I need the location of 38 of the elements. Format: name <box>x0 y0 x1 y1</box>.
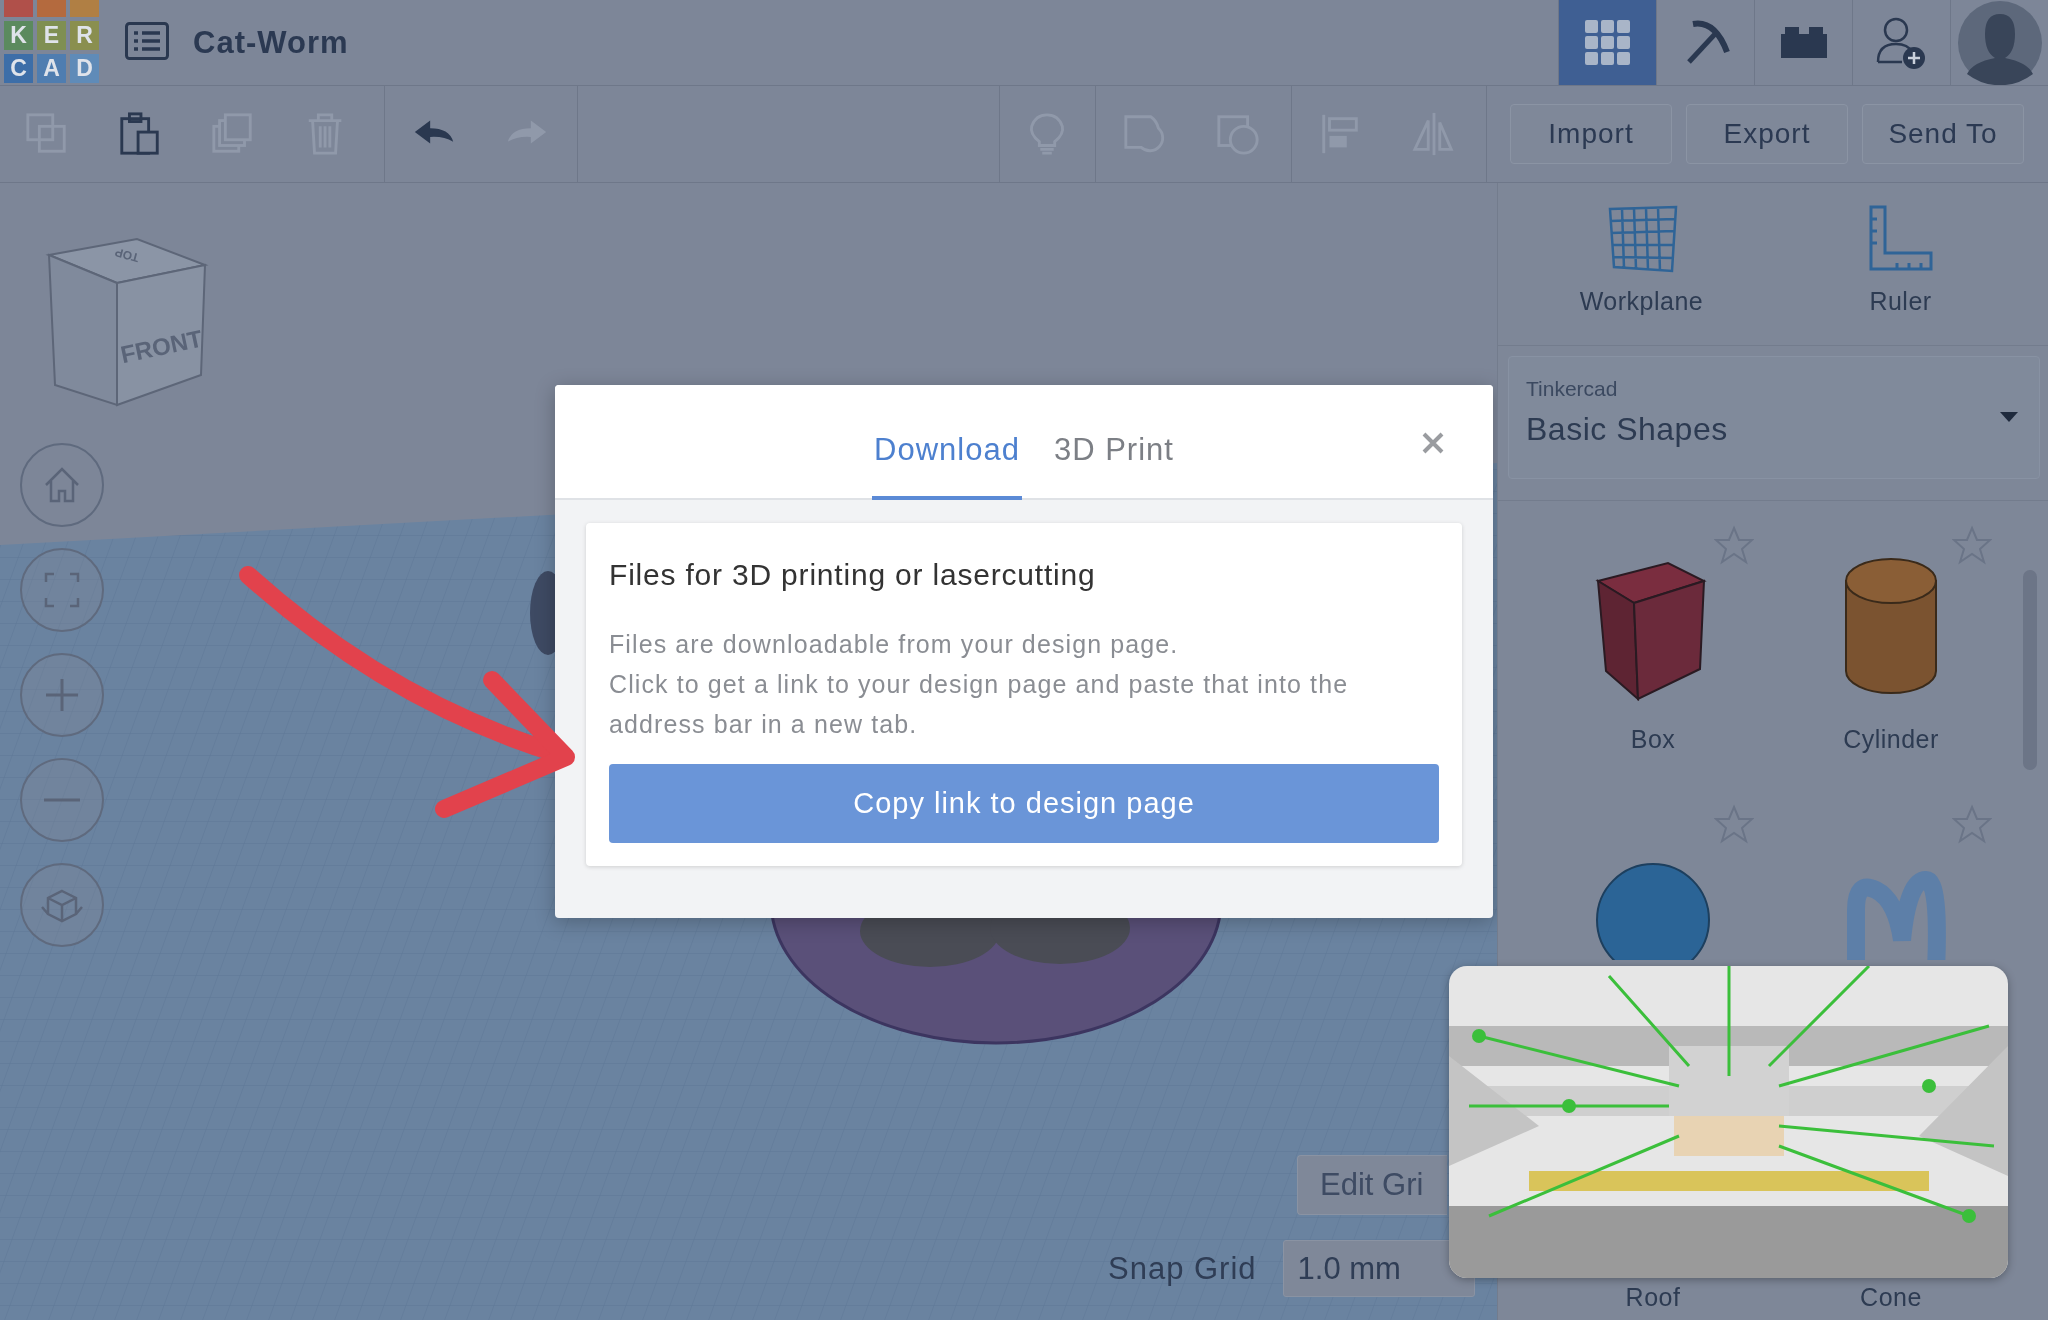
shape-label: Roof <box>1624 1283 1682 1312</box>
perspective-button[interactable] <box>20 863 104 947</box>
logo-tile[interactable]: D <box>70 54 99 83</box>
design-title[interactable]: Cat-Worm <box>193 24 349 61</box>
card-text: Click to get a link to your design page and paste that into the address bar in a new tab. <box>609 669 1350 740</box>
fit-view-button[interactable] <box>20 548 104 632</box>
grid-icon <box>1582 17 1633 68</box>
shape-label: Cylinder <box>1842 725 1940 754</box>
zoom-out-icon <box>44 798 80 802</box>
logo-tile[interactable]: A <box>37 54 66 83</box>
edit-grid-button[interactable]: Edit Gri <box>1297 1155 1447 1215</box>
ruler-tool[interactable]: Ruler <box>1771 183 2030 345</box>
view-mode-button[interactable] <box>1558 0 1656 85</box>
action-button[interactable]: Send To <box>1862 104 2024 164</box>
logo-tile[interactable]: E <box>37 21 66 50</box>
shape-label: Cone <box>1859 1283 1923 1312</box>
library-category: Basic Shapes <box>1526 411 1728 448</box>
logo-tile[interactable]: K <box>4 21 33 50</box>
add-user-icon <box>1875 15 1928 70</box>
copy-link-button[interactable]: Copy link to design page <box>609 764 1439 843</box>
logo-tile[interactable]: C <box>4 54 33 83</box>
shape-label: Box <box>1629 725 1677 754</box>
snap-grid-label: Snap Grid <box>1108 1250 1257 1287</box>
caret-icon <box>1999 411 2019 423</box>
dialog-tab[interactable]: Download <box>872 432 1022 500</box>
library-dropdown[interactable]: Tinkercad Basic Shapes <box>1508 356 2040 479</box>
list-icon[interactable] <box>125 21 169 60</box>
logo-tile[interactable]: R <box>70 21 99 50</box>
card-text: Files are downloadable from your design page. <box>609 629 1180 660</box>
library-source: Tinkercad <box>1526 377 1619 401</box>
workplane-tool[interactable]: Workplane <box>1512 183 1771 345</box>
action-button[interactable]: Export <box>1686 104 1848 164</box>
snap-grid-select[interactable]: 1.0 mm <box>1282 1240 1475 1297</box>
zoom-in-button[interactable] <box>20 653 104 737</box>
card-title: Files for 3D printing or lasercutting <box>609 558 1097 592</box>
dialog-tab[interactable]: 3D Print <box>1051 432 1176 500</box>
action-button[interactable]: Import <box>1510 104 1672 164</box>
close-icon[interactable] <box>1421 431 1445 455</box>
